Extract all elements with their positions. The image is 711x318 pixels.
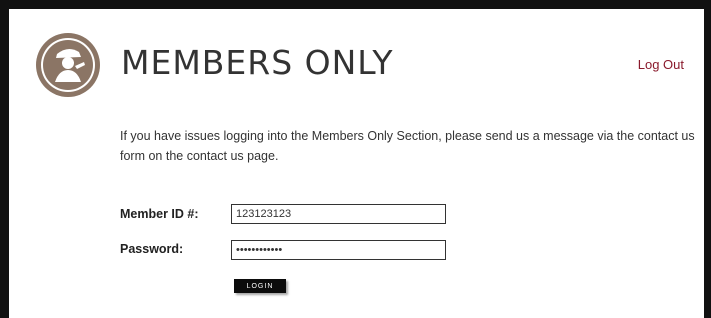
login-button[interactable]: LOGIN <box>234 279 286 293</box>
member-id-input[interactable] <box>231 204 446 224</box>
member-id-label: Member ID #: <box>120 207 199 221</box>
logout-link[interactable]: Log Out <box>638 57 684 72</box>
soldier-silhouette-icon <box>36 33 100 97</box>
password-label: Password: <box>120 242 184 256</box>
intro-text: If you have issues logging into the Memb… <box>120 129 695 163</box>
password-input[interactable] <box>231 240 446 260</box>
page-title: MEMBERS ONLY <box>121 43 394 82</box>
page-frame: MEMBERS ONLY Log Out If you have issues … <box>0 0 711 318</box>
